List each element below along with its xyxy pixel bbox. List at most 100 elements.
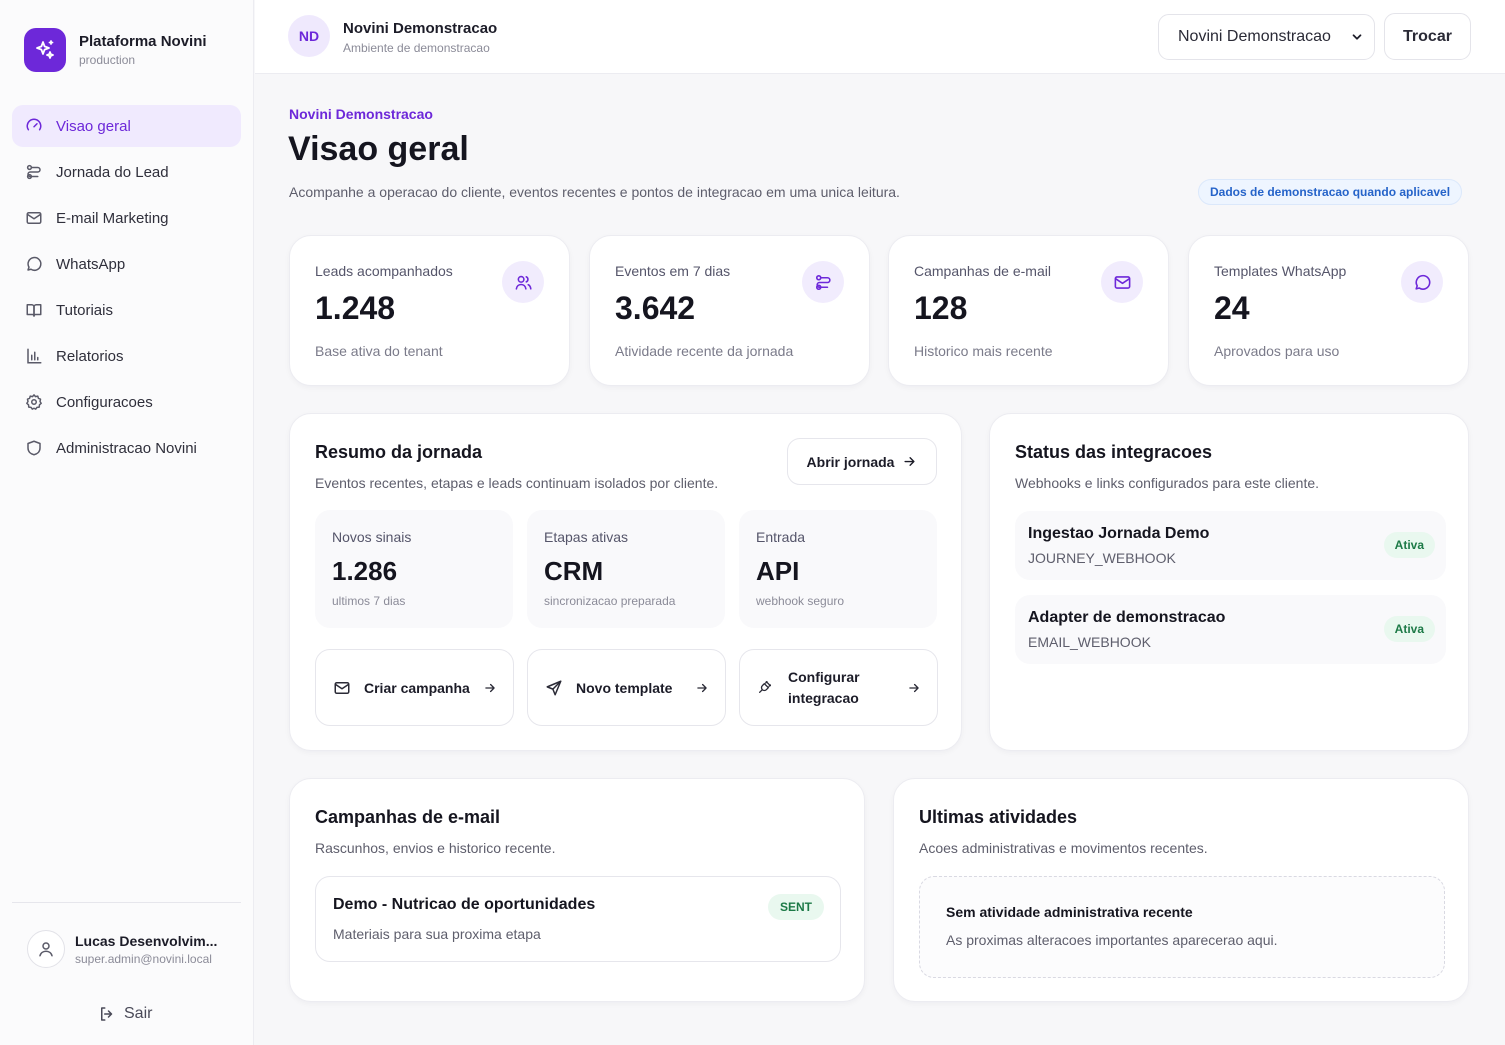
integration-name: Ingestao Jornada Demo xyxy=(1028,525,1210,542)
brand[interactable]: Plataforma Novini production xyxy=(24,28,207,72)
metric-foot: webhook seguro xyxy=(756,594,845,608)
topbar: ND Novini Demonstracao Ambiente de demon… xyxy=(255,0,1505,74)
sidebar-item-relatorios[interactable]: Relatorios xyxy=(12,335,241,377)
sidebar-item-visao-geral[interactable]: Visao geral xyxy=(12,105,241,147)
sidebar-item-whatsapp[interactable]: WhatsApp xyxy=(12,243,241,285)
empty-state-description: As proximas alteracoes importantes apare… xyxy=(946,932,1278,948)
metric-value: 1.286 xyxy=(332,556,398,586)
integration-code: EMAIL_WEBHOOK xyxy=(1028,634,1151,650)
journey-metric-signals: Novos sinais 1.286 ultimos 7 dias xyxy=(315,510,513,628)
chat-bubble-icon xyxy=(25,255,43,273)
gear-icon xyxy=(25,393,43,411)
metric-label: Entrada xyxy=(756,529,806,545)
sidebar-nav: Visao geral Jornada do Lead E-mail Marke… xyxy=(12,105,241,473)
user-profile[interactable]: Lucas Desenvolvim... super.admin@novini.… xyxy=(27,930,225,968)
stat-card-campaigns: Campanhas de e-mail 128 Historico mais r… xyxy=(888,235,1169,386)
metric-label: Novos sinais xyxy=(332,529,412,545)
button-label: Novo template xyxy=(576,680,673,696)
sidebar-item-configuracoes[interactable]: Configuracoes xyxy=(12,381,241,423)
button-label-line1: Configurar xyxy=(788,669,860,685)
metric-foot: sincronizacao preparada xyxy=(544,594,676,608)
user-name: Lucas Desenvolvim... xyxy=(75,932,218,949)
button-label-line2: integracao xyxy=(788,690,859,706)
stat-card-leads: Leads acompanhados 1.248 Base ativa do t… xyxy=(289,235,570,386)
logout-label: Sair xyxy=(124,1005,153,1022)
book-icon xyxy=(25,301,43,319)
email-campaigns-card: Campanhas de e-mail Rascunhos, envios e … xyxy=(289,778,865,1002)
chat-bubble-icon xyxy=(1401,261,1443,303)
page-description: Acompanhe a operacao do cliente, eventos… xyxy=(289,184,900,200)
tenant-name: Novini Demonstracao xyxy=(343,20,498,37)
user-email: super.admin@novini.local xyxy=(75,951,212,966)
shield-icon xyxy=(25,439,43,457)
status-badge: SENT xyxy=(767,894,824,920)
route-icon xyxy=(802,261,844,303)
button-label: Criar campanha xyxy=(364,680,470,696)
sidebar-item-email[interactable]: E-mail Marketing xyxy=(12,197,241,239)
breadcrumb[interactable]: Novini Demonstracao xyxy=(289,106,433,122)
logout-icon xyxy=(98,1005,116,1023)
open-journey-button[interactable]: Abrir jornada xyxy=(787,438,937,485)
arrow-right-icon xyxy=(902,454,917,469)
stat-label: Templates WhatsApp xyxy=(1214,263,1347,279)
plug-icon xyxy=(757,679,773,695)
stat-foot: Aprovados para uso xyxy=(1214,343,1340,359)
gauge-icon xyxy=(25,117,43,135)
card-subtitle: Rascunhos, envios e historico recente. xyxy=(315,840,556,856)
integration-row[interactable]: Ingestao Jornada Demo JOURNEY_WEBHOOK At… xyxy=(1015,511,1446,580)
tenant-subtitle: Ambiente de demonstracao xyxy=(343,41,490,55)
metric-value: API xyxy=(756,556,800,586)
integration-code: JOURNEY_WEBHOOK xyxy=(1028,550,1176,566)
stat-foot: Base ativa do tenant xyxy=(315,343,443,359)
stat-value: 24 xyxy=(1214,290,1250,326)
integration-name: Adapter de demonstracao xyxy=(1028,609,1226,626)
configure-integration-button[interactable]: Configurar integracao xyxy=(739,649,938,726)
demo-data-badge: Dados de demonstracao quando aplicavel xyxy=(1198,179,1463,205)
stat-foot: Historico mais recente xyxy=(914,343,1053,359)
brand-env: production xyxy=(79,53,136,67)
mail-icon xyxy=(333,679,351,697)
sidebar: Plataforma Novini production Visao geral… xyxy=(0,0,254,1045)
metric-value: CRM xyxy=(544,556,604,586)
campaign-row[interactable]: Demo - Nutricao de oportunidades Materia… xyxy=(315,876,841,962)
tenant-avatar: ND xyxy=(288,15,330,57)
recent-activity-card: Ultimas atividades Acoes administrativas… xyxy=(893,778,1469,1002)
stat-label: Leads acompanhados xyxy=(315,263,453,279)
tenant-select[interactable]: Novini Demonstracao xyxy=(1158,14,1375,60)
sidebar-item-label: Tutoriais xyxy=(56,301,113,319)
card-title: Campanhas de e-mail xyxy=(315,807,501,827)
tenant-select-value: Novini Demonstracao xyxy=(1178,28,1331,45)
stat-card-events: Eventos em 7 dias 3.642 Atividade recent… xyxy=(589,235,870,386)
stat-value: 128 xyxy=(914,290,968,326)
sidebar-item-tutoriais[interactable]: Tutoriais xyxy=(12,289,241,331)
arrow-right-icon xyxy=(695,681,709,695)
stat-card-templates: Templates WhatsApp 24 Aprovados para uso xyxy=(1188,235,1469,386)
card-subtitle: Eventos recentes, etapas e leads continu… xyxy=(315,475,719,491)
sidebar-item-label: Jornada do Lead xyxy=(56,163,169,181)
sidebar-item-administracao[interactable]: Administracao Novini xyxy=(12,427,241,469)
campaign-title: Demo - Nutricao de oportunidades xyxy=(333,896,596,913)
sidebar-item-jornada[interactable]: Jornada do Lead xyxy=(12,151,241,193)
send-icon xyxy=(545,679,563,697)
sidebar-item-label: Visao geral xyxy=(56,117,131,135)
stat-foot: Atividade recente da jornada xyxy=(615,343,794,359)
sidebar-item-label: Configuracoes xyxy=(56,393,153,411)
card-subtitle: Webhooks e links configurados para este … xyxy=(1015,475,1320,491)
arrow-right-icon xyxy=(907,681,921,695)
mail-icon xyxy=(25,209,43,227)
card-subtitle: Acoes administrativas e movimentos recen… xyxy=(919,840,1208,856)
status-badge: Ativa xyxy=(1383,532,1435,558)
stat-value: 1.248 xyxy=(315,290,396,326)
switch-tenant-button[interactable]: Trocar xyxy=(1384,13,1471,60)
stat-label: Campanhas de e-mail xyxy=(914,263,1051,279)
new-template-button[interactable]: Novo template xyxy=(527,649,726,726)
create-campaign-button[interactable]: Criar campanha xyxy=(315,649,514,726)
integration-row[interactable]: Adapter de demonstracao EMAIL_WEBHOOK At… xyxy=(1015,595,1446,664)
sidebar-item-label: E-mail Marketing xyxy=(56,209,169,227)
chevron-down-icon xyxy=(1350,30,1364,44)
sidebar-divider xyxy=(12,902,241,903)
card-title: Status das integracoes xyxy=(1015,442,1213,462)
metric-foot: ultimos 7 dias xyxy=(332,594,406,608)
empty-state: Sem atividade administrativa recente As … xyxy=(919,876,1445,978)
logout-button[interactable]: Sair xyxy=(98,1005,152,1023)
